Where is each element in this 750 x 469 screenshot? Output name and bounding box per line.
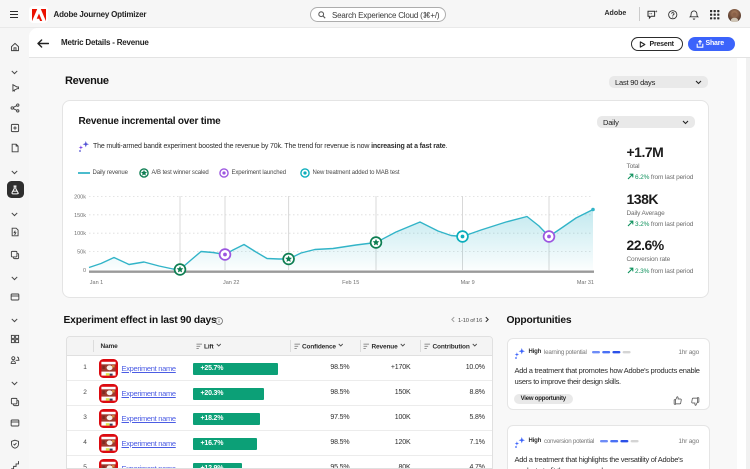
svg-text:Jan 1: Jan 1 [90, 280, 103, 286]
svg-text:100k: 100k [74, 231, 86, 237]
svg-text:50k: 50k [77, 250, 86, 256]
svg-text:200k: 200k [74, 194, 86, 200]
svg-text:Mar 31: Mar 31 [577, 280, 594, 286]
svg-text:150k: 150k [74, 213, 86, 219]
svg-text:Mar 9: Mar 9 [461, 280, 475, 286]
svg-text:0: 0 [83, 268, 86, 274]
svg-text:Feb 15: Feb 15 [342, 280, 359, 286]
svg-text:Jan 22: Jan 22 [223, 280, 240, 286]
